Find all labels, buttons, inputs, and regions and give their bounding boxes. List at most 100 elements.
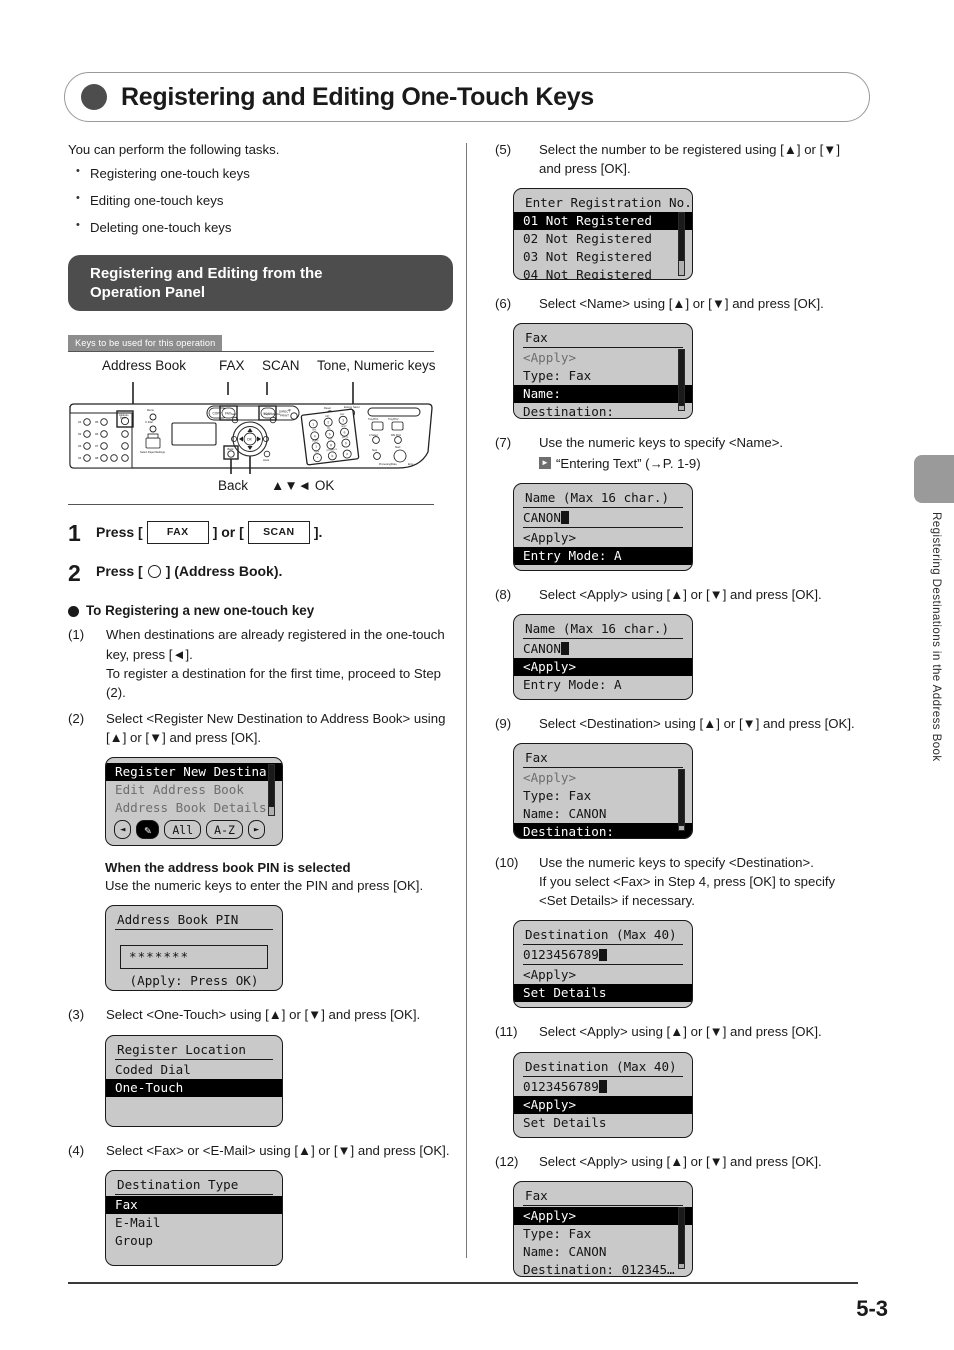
step-marker: (11)	[495, 1024, 518, 1040]
svg-text:02: 02	[78, 432, 82, 436]
page-title-banner: Registering and Editing One-Touch Keys	[64, 72, 870, 122]
scrollbar[interactable]	[268, 764, 275, 817]
lcd-register-location: Register Location Coded Dial One-Touch	[105, 1034, 283, 1127]
lcd-row-selected[interactable]: <Apply>	[514, 657, 692, 676]
scrollbar-thumb[interactable]	[679, 213, 684, 262]
divider	[523, 347, 683, 349]
lcd-destination-value[interactable]: 0123456789	[514, 946, 692, 964]
pin-input-field[interactable]: *******	[120, 945, 268, 970]
step-1: (1) When destinations are already regist…	[68, 625, 463, 702]
divider	[68, 504, 434, 506]
lcd-row[interactable]: Set Details	[514, 1114, 692, 1132]
step-text: Select <Destination> using [▲] or [▼] an…	[539, 715, 855, 731]
left-arrow-button[interactable]: ◄	[114, 820, 132, 840]
scan-key-button[interactable]: SCAN	[247, 521, 310, 545]
svg-text:Tray/PC2: Tray/PC2	[388, 418, 399, 421]
lcd-row[interactable]: Destination:	[514, 403, 692, 418]
lcd-row[interactable]: 04 Not Registered	[514, 266, 692, 279]
address-book-key-icon[interactable]	[147, 565, 161, 579]
lcd-row-selected[interactable]: <Apply>	[514, 1206, 692, 1225]
scrollbar[interactable]	[678, 768, 685, 831]
scrollbar[interactable]	[678, 212, 685, 277]
bullet-icon	[68, 606, 79, 618]
svg-text:08: 08	[95, 456, 99, 460]
svg-text:Stop: Stop	[372, 449, 378, 452]
az-filter-button[interactable]: A-Z	[206, 820, 243, 840]
lcd-row[interactable]: <Apply>	[514, 349, 692, 367]
step-text: Select <Register New Destination to Addr…	[106, 711, 446, 746]
svg-text:Tray/PC1: Tray/PC1	[368, 418, 379, 421]
scrollbar-thumb[interactable]	[269, 765, 274, 808]
fax-key-button[interactable]: FAX	[146, 521, 209, 545]
step-text: Select <Apply> using [▲] or [▼] and pres…	[539, 586, 822, 602]
pin-note-heading: When the address book PIN is selected	[105, 860, 351, 876]
all-filter-button[interactable]: All	[164, 820, 202, 840]
lcd-name-value[interactable]: CANON	[514, 509, 692, 527]
step-text: Use the numeric keys to specify <Name>. …	[539, 433, 865, 472]
lcd-row-selected[interactable]: <Apply>	[514, 1095, 692, 1114]
lcd-destination-value[interactable]: 0123456789	[514, 1078, 692, 1096]
lcd-row[interactable]: Edit Address Book	[106, 781, 282, 799]
scrollbar-thumb[interactable]	[679, 1207, 684, 1264]
lcd-address-book-pin: Address Book PIN ******* (Apply: Press O…	[105, 905, 283, 992]
intro-task-list: Registering one-touch keys Editing one-t…	[68, 164, 463, 236]
scrollbar[interactable]	[678, 349, 685, 412]
step-marker: (4)	[68, 1142, 85, 1158]
lcd-row-selected[interactable]: Destination:	[514, 822, 692, 838]
scrollbar-thumb[interactable]	[679, 350, 684, 407]
big-step-1: 1 Press [ FAX ] or [ SCAN ].	[68, 521, 463, 545]
lcd-row-selected[interactable]: Entry Mode: A	[514, 546, 692, 565]
lcd-row[interactable]: Group	[106, 1232, 282, 1250]
lcd-title: Enter Registration No.	[525, 195, 692, 211]
svg-text:Processing/Data: Processing/Data	[379, 463, 397, 466]
lcd-row[interactable]: Type: Fax	[514, 1225, 692, 1243]
svg-text:COPY: COPY	[213, 412, 223, 416]
cross-reference[interactable]: ► “Entering Text” (→P. 1-9)	[539, 454, 865, 473]
divider	[523, 526, 683, 528]
step-text-post: ].	[313, 524, 323, 541]
keys-legend-tag: Keys to be used for this operation	[68, 334, 223, 352]
lcd-row[interactable]: E-Mail	[106, 1214, 282, 1232]
step-text-line2: To register a destination for the first …	[106, 665, 441, 700]
section-heading: Registering and Editing from the Operati…	[68, 254, 453, 311]
divider	[523, 766, 683, 768]
lcd-row-selected[interactable]: Fax	[106, 1195, 282, 1214]
lcd-row[interactable]: Coded Dial	[106, 1061, 282, 1079]
right-arrow-button[interactable]: ►	[247, 820, 266, 840]
lcd-register-new-destination: Register New Destina Edit Address Book A…	[105, 757, 283, 847]
text-cursor	[598, 1080, 607, 1093]
svg-text:Start: Start	[395, 446, 401, 449]
lcd-row-selected[interactable]: One-Touch	[106, 1078, 282, 1097]
scrollbar[interactable]	[678, 1206, 685, 1269]
scrollbar-thumb[interactable]	[679, 769, 684, 826]
lcd-row[interactable]: Destination: 012345…	[514, 1261, 692, 1276]
step-text-post: ] (Address Book).	[165, 563, 283, 580]
lcd-row[interactable]: 02 Not Registered	[514, 230, 692, 248]
lcd-row[interactable]: 03 Not Registered	[514, 248, 692, 266]
lcd-row-selected[interactable]: Register New Destina	[106, 763, 282, 782]
lcd-name-value[interactable]: CANON	[514, 640, 692, 658]
lcd-row[interactable]: Name: CANON	[514, 805, 692, 823]
chapter-tab-label: Registering Destinations in the Address …	[930, 512, 943, 762]
footer-divider	[68, 1282, 858, 1284]
step-marker: (12)	[495, 1153, 519, 1169]
divider	[68, 351, 434, 353]
svg-text:PRINT: PRINT	[280, 414, 289, 418]
lcd-row[interactable]: Type: Fax	[514, 787, 692, 805]
step-number: 2	[68, 560, 81, 587]
lcd-row[interactable]: <Apply>	[514, 966, 692, 984]
lcd-row[interactable]: Entry Mode: A	[514, 676, 692, 694]
lcd-row-selected[interactable]: Set Details	[514, 984, 692, 1003]
lcd-row[interactable]: <Apply>	[514, 529, 692, 547]
lcd-destination-apply: Destination (Max 40) 0123456789 <Apply> …	[513, 1051, 693, 1138]
lcd-row-selected[interactable]: 01 Not Registered	[514, 212, 692, 231]
step-text-pre: Press [	[96, 524, 143, 541]
lcd-row[interactable]: <Apply>	[514, 769, 692, 787]
step-marker: (9)	[495, 715, 512, 731]
lcd-row-selected[interactable]: Name:	[514, 385, 692, 404]
lcd-row[interactable]: Type: Fax	[514, 367, 692, 385]
lcd-row[interactable]: Address Book Details	[106, 799, 282, 817]
edit-icon-button[interactable]: ✎	[136, 820, 160, 840]
svg-text:01: 01	[78, 420, 82, 424]
lcd-row[interactable]: Name: CANON	[514, 1243, 692, 1261]
